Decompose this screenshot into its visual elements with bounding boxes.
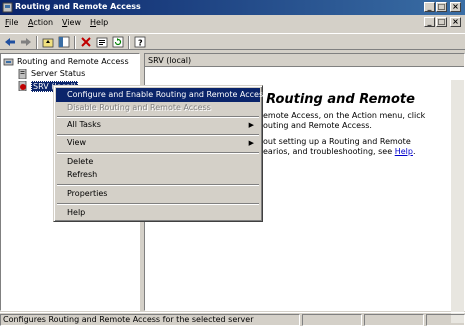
cm-label: Delete	[67, 157, 94, 166]
menu-help-rest: elp	[96, 18, 109, 27]
cm-separator	[57, 184, 259, 186]
cm-view[interactable]: View ▶	[56, 136, 260, 150]
status-text: Configures Routing and Remote Access for…	[0, 314, 300, 326]
welcome-text: earios, and troubleshooting, see	[263, 147, 393, 156]
cm-help[interactable]: Help	[56, 206, 260, 220]
cm-label: Refresh	[67, 170, 98, 179]
forward-icon[interactable]	[20, 36, 32, 48]
refresh-icon[interactable]	[112, 36, 124, 48]
close-icon: ×	[452, 2, 459, 11]
context-menu: Configure and Enable Routing and Remote …	[53, 85, 267, 222]
title-bar[interactable]: Routing and Remote Access _ □ ×	[0, 0, 465, 15]
menu-view[interactable]: View	[62, 18, 81, 27]
minimize-button[interactable]: _	[424, 2, 435, 12]
help-icon[interactable]: ?	[134, 36, 146, 48]
menu-file[interactable]: File	[5, 18, 18, 27]
routing-app-icon	[2, 2, 13, 13]
menu-view-rest: iew	[67, 18, 81, 27]
toolbar-separator	[74, 36, 76, 49]
child-restore-icon: □	[437, 17, 446, 26]
child-close-icon: ×	[452, 17, 459, 26]
toolbar-separator	[36, 36, 38, 49]
cm-label: All Tasks	[67, 120, 101, 129]
delete-icon[interactable]	[80, 36, 92, 48]
cm-label: Properties	[67, 189, 108, 198]
cm-configure-enable[interactable]: Configure and Enable Routing and Remote …	[56, 88, 267, 102]
help-link[interactable]: Help	[395, 147, 413, 156]
welcome-text-line: outing and Remote Access.	[263, 121, 372, 130]
maximize-button[interactable]: □	[436, 2, 447, 12]
window-title: Routing and Remote Access	[15, 2, 141, 11]
cm-disable[interactable]: Disable Routing and Remote Access	[56, 101, 260, 115]
welcome-text-line: emote Access, on the Action menu, click	[263, 111, 426, 120]
server-down-icon	[18, 81, 27, 91]
cm-properties[interactable]: Properties	[56, 187, 260, 201]
cm-refresh[interactable]: Refresh	[56, 168, 260, 182]
cm-separator	[57, 152, 259, 154]
tree-item-label: Server Status	[31, 69, 86, 78]
status-bar: Configures Routing and Remote Access for…	[0, 312, 465, 326]
cm-label: Configure and Enable Routing and Remote …	[67, 90, 268, 99]
status-panel	[426, 314, 465, 326]
minimize-icon: _	[427, 2, 432, 11]
vertical-scrollbar[interactable]	[451, 80, 464, 323]
menu-bar: File Action View Help _ □ ×	[0, 16, 465, 30]
status-panel	[364, 314, 424, 326]
routing-root-icon	[3, 58, 14, 66]
cm-label: Disable Routing and Remote Access	[67, 103, 211, 112]
help-suffix: .	[412, 147, 416, 156]
server-status-icon	[18, 69, 27, 79]
close-button[interactable]: ×	[450, 2, 461, 12]
up-icon[interactable]	[42, 36, 54, 48]
properties-icon[interactable]	[96, 36, 108, 48]
maximize-icon: □	[437, 2, 446, 11]
mmc-window: Routing and Remote Access _ □ × File Act…	[0, 0, 465, 326]
cm-label: View	[67, 138, 86, 147]
status-panel	[302, 314, 362, 326]
menu-help[interactable]: Help	[90, 18, 108, 27]
svg-text:?: ?	[138, 39, 143, 48]
child-close-button[interactable]: ×	[450, 17, 461, 27]
menu-file-rest: ile	[9, 18, 19, 27]
toolbar-separator	[128, 36, 130, 49]
menu-action[interactable]: Action	[28, 18, 53, 27]
submenu-arrow-icon: ▶	[248, 139, 254, 147]
tree-root-label: Routing and Remote Access	[17, 57, 129, 66]
child-minimize-icon: _	[427, 17, 432, 26]
child-minimize-button[interactable]: _	[424, 17, 435, 27]
welcome-text-line-help: earios, and troubleshooting, see Help.	[263, 147, 416, 156]
cm-delete[interactable]: Delete	[56, 155, 260, 169]
child-restore-button[interactable]: □	[436, 17, 447, 27]
details-header: SRV (local)	[145, 54, 464, 67]
welcome-text-line: out setting up a Routing and Remote	[263, 137, 411, 146]
show-tree-icon[interactable]	[58, 36, 70, 48]
menu-action-rest: ction	[33, 18, 54, 27]
cm-label: Help	[67, 208, 86, 217]
cm-all-tasks[interactable]: All Tasks ▶	[56, 118, 260, 132]
toolbar: ?	[0, 33, 465, 50]
back-icon[interactable]	[4, 36, 16, 48]
submenu-arrow-icon: ▶	[248, 121, 254, 129]
cm-separator	[57, 203, 259, 205]
